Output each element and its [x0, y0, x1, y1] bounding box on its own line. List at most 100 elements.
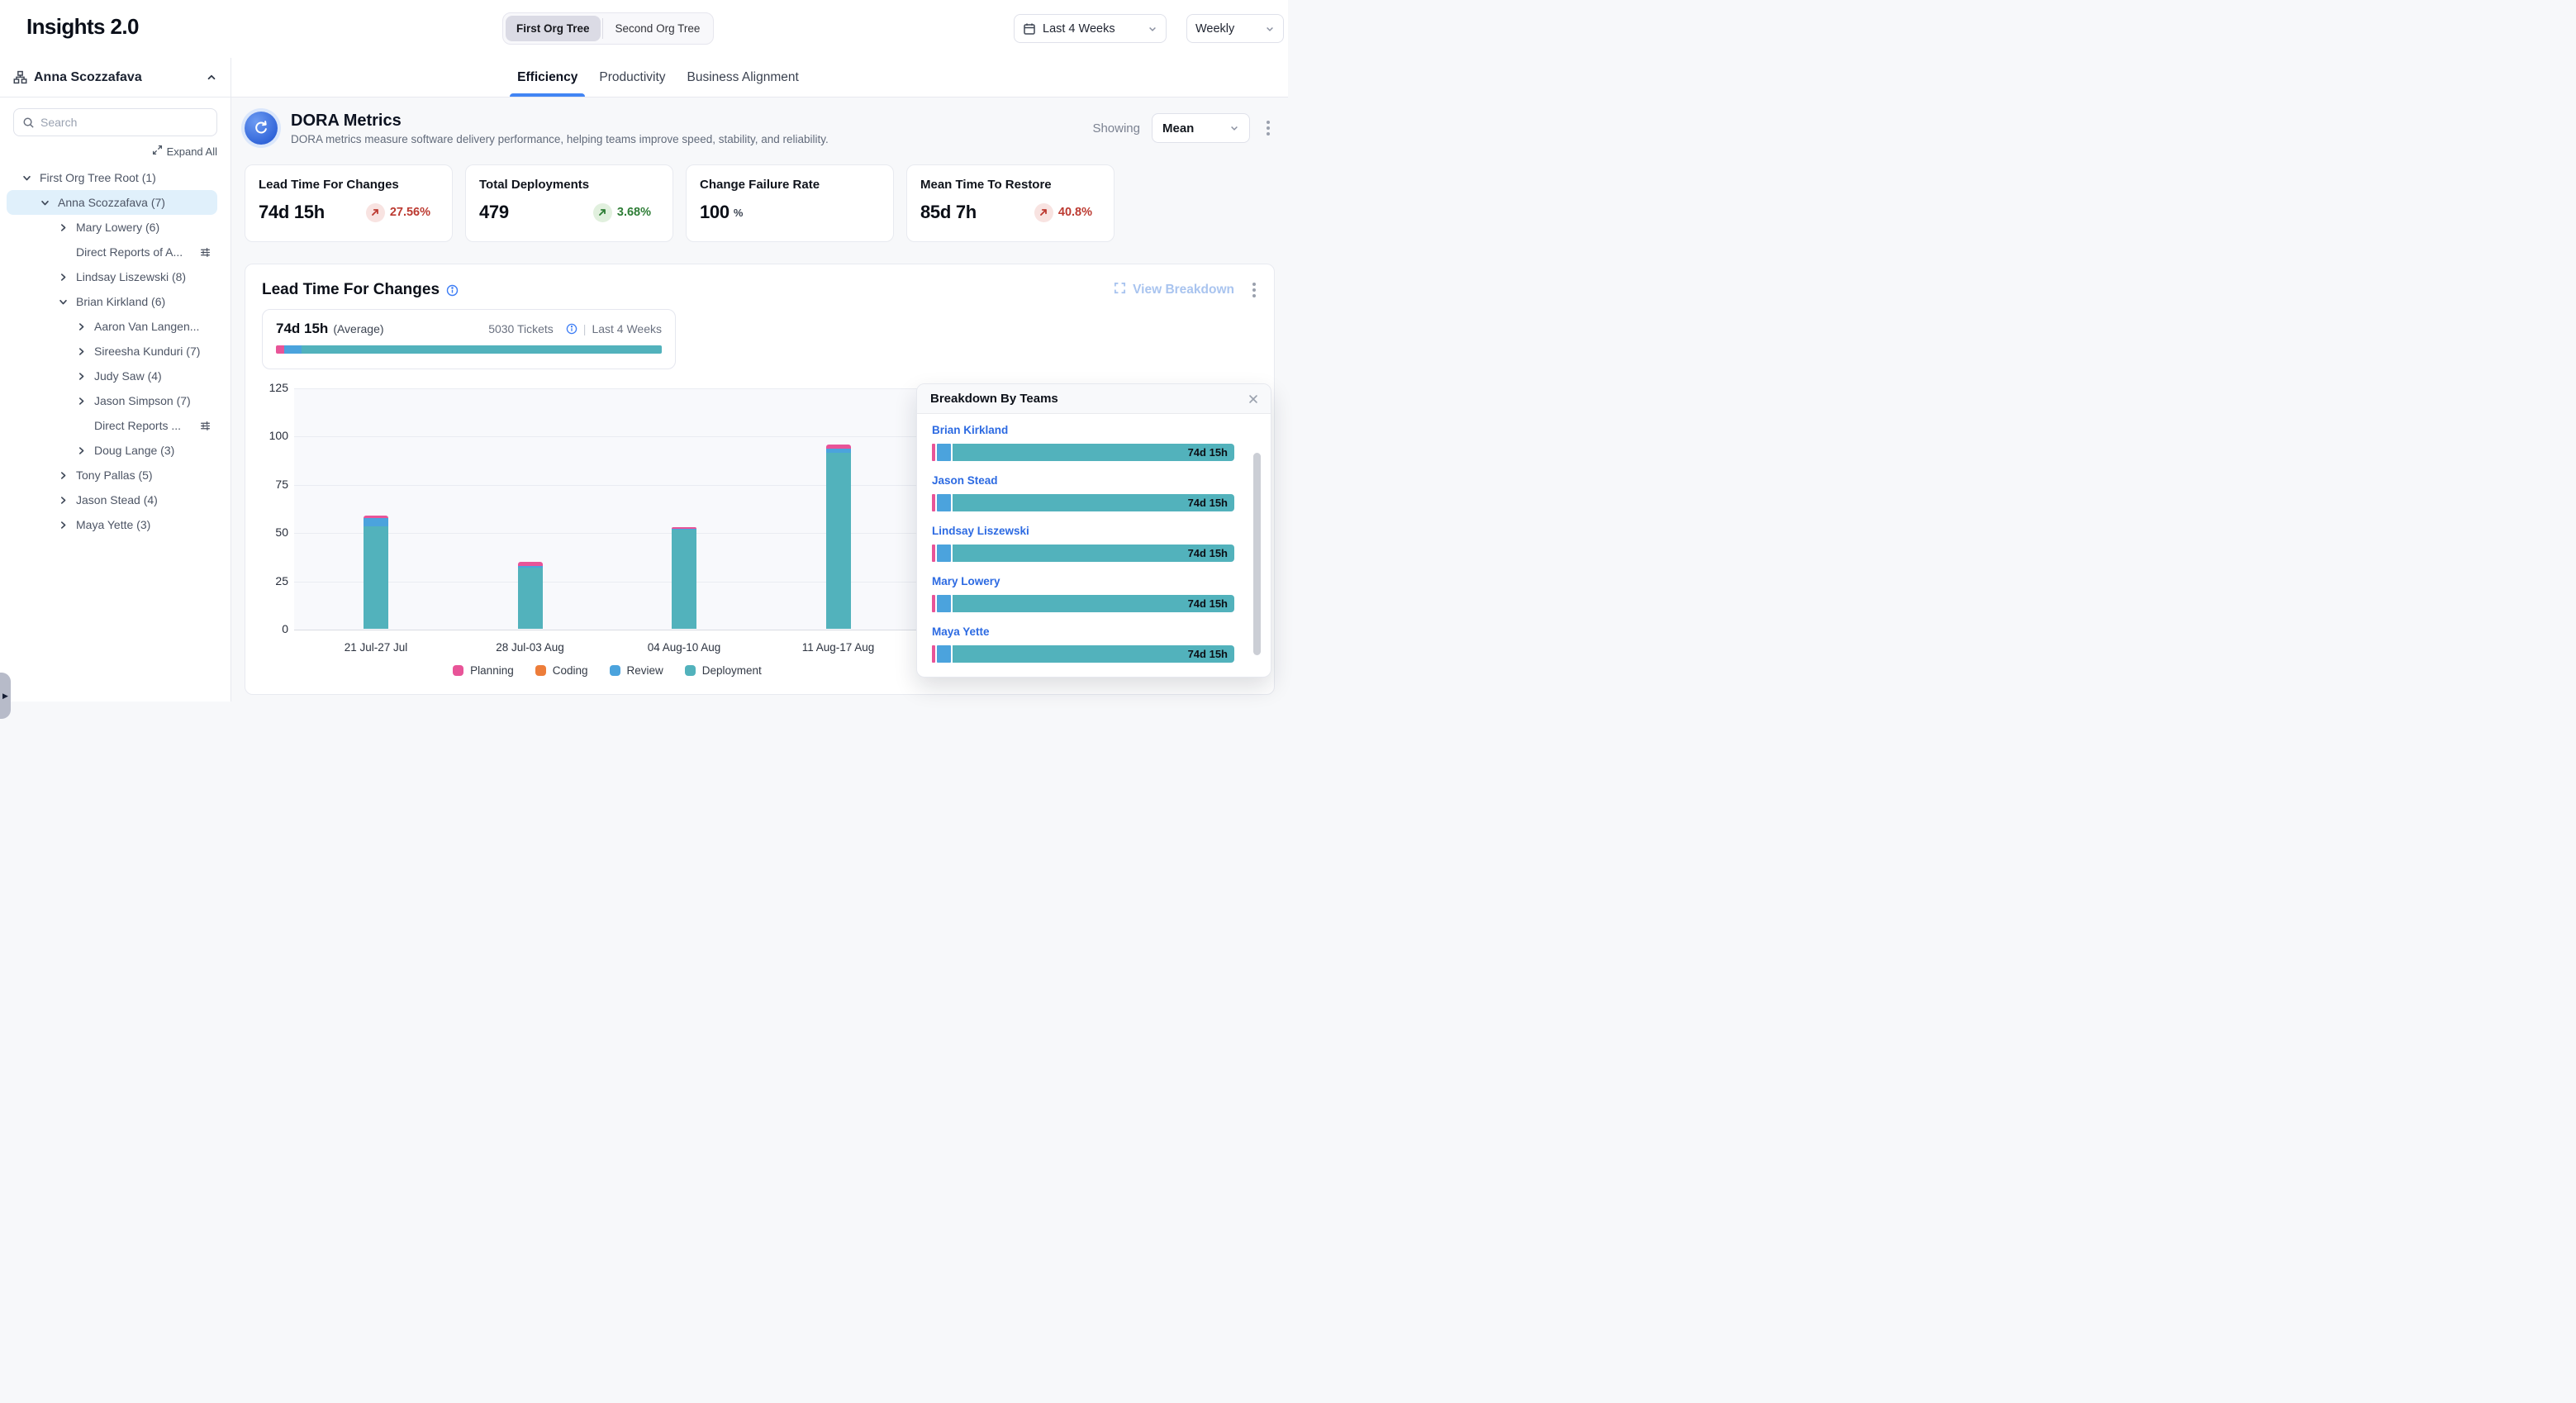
metric-label: Change Failure Rate — [700, 178, 880, 192]
team-name-link[interactable]: Brian Kirkland — [932, 424, 1234, 436]
chevron-right-icon[interactable] — [74, 444, 88, 457]
stacked-bar[interactable] — [518, 562, 543, 629]
legend-label: Review — [627, 664, 663, 677]
tree-item[interactable]: Maya Yette (3) — [7, 512, 217, 537]
tree-item[interactable]: First Org Tree Root (1) — [7, 165, 217, 190]
date-range-select[interactable]: Last 4 Weeks — [1014, 14, 1167, 43]
sidebar-edge-handle[interactable]: ▶ — [0, 673, 11, 719]
team-name-link[interactable]: Mary Lowery — [932, 575, 1234, 587]
team-name-link[interactable]: Jason Stead — [932, 474, 1234, 487]
chevron-right-icon[interactable] — [56, 493, 69, 507]
main-area: Efficiency Productivity Business Alignment… — [231, 58, 1288, 702]
stacked-bar[interactable] — [672, 527, 696, 629]
stacked-bar[interactable] — [364, 516, 388, 629]
legend-item[interactable]: Deployment — [685, 664, 762, 677]
dora-cycle-icon — [245, 112, 278, 145]
dora-menu-button[interactable] — [1262, 117, 1275, 139]
divider — [602, 18, 603, 39]
chevron-down-icon[interactable] — [20, 171, 33, 184]
showing-select[interactable]: Mean — [1152, 113, 1250, 143]
chevron-right-icon[interactable] — [56, 270, 69, 283]
tree-item[interactable]: Direct Reports of A... — [7, 240, 217, 264]
tree-item[interactable]: Tony Pallas (5) — [7, 463, 217, 487]
tree-item-label: Doug Lange (3) — [94, 444, 174, 457]
tree-item[interactable]: Mary Lowery (6) — [7, 215, 217, 240]
tree-item[interactable]: Direct Reports ... — [7, 413, 217, 438]
filter-sliders-icon[interactable] — [200, 421, 211, 431]
tree-item[interactable]: Judy Saw (4) — [7, 364, 217, 388]
chevron-right-icon[interactable] — [74, 369, 88, 383]
info-icon[interactable] — [566, 323, 577, 335]
tree-item[interactable]: Anna Scozzafava (7) — [7, 190, 217, 215]
x-axis-tick-label: 28 Jul-03 Aug — [454, 641, 607, 654]
tree-item-label: Direct Reports ... — [94, 419, 181, 432]
summary-segment-planning — [276, 345, 284, 354]
metric-value: 100 — [700, 202, 730, 223]
chevron-right-icon[interactable] — [74, 394, 88, 407]
org-tree-toggle-option[interactable]: Second Org Tree — [605, 16, 711, 41]
tab-efficiency[interactable]: Efficiency — [517, 58, 577, 97]
bar-segment-deployment: 74d 15h — [953, 595, 1234, 612]
metric-label: Total Deployments — [479, 178, 659, 192]
team-name-link[interactable]: Lindsay Liszewski — [932, 525, 1234, 537]
info-icon[interactable] — [446, 284, 459, 297]
tab-productivity[interactable]: Productivity — [599, 58, 665, 97]
filter-sliders-icon[interactable] — [200, 247, 211, 258]
bar-segment-review — [364, 518, 388, 527]
breakdown-scrollbar-thumb[interactable] — [1253, 453, 1261, 655]
metric-label: Mean Time To Restore — [920, 178, 1100, 192]
tree-item[interactable]: Sireesha Kunduri (7) — [7, 339, 217, 364]
x-axis-tick-label: 21 Jul-27 Jul — [299, 641, 453, 654]
breakdown-list: Brian Kirkland 74d 15h Jason Stead 74d 15h L… — [917, 414, 1271, 677]
view-breakdown-button[interactable]: View Breakdown — [1114, 282, 1234, 298]
sidebar-collapse-button[interactable] — [206, 72, 217, 83]
bar-segment-review — [937, 444, 951, 461]
chevron-right-icon[interactable] — [74, 345, 88, 358]
team-stacked-bar: 74d 15h — [932, 444, 1234, 461]
tree-item[interactable]: Doug Lange (3) — [7, 438, 217, 463]
legend-item[interactable]: Review — [610, 664, 663, 677]
metric-card: Lead Time For Changes74d 15h27.56% — [245, 164, 453, 242]
breakdown-title: Breakdown By Teams — [930, 392, 1058, 406]
sidebar-user-name: Anna Scozzafava — [34, 70, 142, 85]
sidebar-search[interactable] — [13, 108, 217, 136]
tree-item[interactable]: Jason Stead (4) — [7, 487, 217, 512]
chevron-down-icon[interactable] — [56, 295, 69, 308]
legend-item[interactable]: Coding — [535, 664, 588, 677]
summary-segment-review — [284, 345, 302, 354]
tree-item[interactable]: Jason Simpson (7) — [7, 388, 217, 413]
y-axis-tick-label: 0 — [245, 622, 288, 635]
tree-item-label: Mary Lowery (6) — [76, 221, 159, 234]
tree-item-label: Lindsay Liszewski (8) — [76, 270, 186, 283]
insights-app: Insights 2.0 First Org TreeSecond Org Tr… — [0, 0, 1288, 702]
search-input[interactable] — [40, 116, 208, 129]
chevron-right-icon[interactable] — [56, 518, 69, 531]
chevron-right-icon[interactable] — [56, 221, 69, 234]
dora-title: DORA Metrics — [291, 112, 829, 131]
tree-item[interactable]: Lindsay Liszewski (8) — [7, 264, 217, 289]
y-axis-tick-label: 125 — [245, 381, 288, 394]
org-tree: First Org Tree Root (1)Anna Scozzafava (… — [0, 165, 231, 537]
close-icon[interactable] — [1248, 393, 1259, 405]
breakdown-team-row: Maya Yette74d 15h — [932, 625, 1234, 663]
chevron-right-icon[interactable] — [56, 468, 69, 482]
trend-up-icon — [1034, 203, 1053, 222]
team-name-link[interactable]: Maya Yette — [932, 625, 1234, 638]
org-tree-toggle[interactable]: First Org TreeSecond Org Tree — [502, 12, 714, 45]
tree-item[interactable]: Aaron Van Langen... — [7, 314, 217, 339]
tab-business-alignment[interactable]: Business Alignment — [687, 58, 799, 97]
expand-all-button[interactable]: Expand All — [152, 145, 217, 158]
team-value: 74d 15h — [1188, 597, 1234, 610]
chevron-spacer — [56, 245, 69, 259]
stacked-bar[interactable] — [826, 445, 851, 629]
tree-item[interactable]: Brian Kirkland (6) — [7, 289, 217, 314]
date-range-value: Last 4 Weeks — [1043, 22, 1141, 36]
chevron-down-icon[interactable] — [38, 196, 51, 209]
lead-time-menu-button[interactable] — [1248, 279, 1261, 301]
legend-item[interactable]: Planning — [453, 664, 514, 677]
org-tree-toggle-option[interactable]: First Org Tree — [506, 16, 601, 41]
granularity-select[interactable]: Weekly — [1186, 14, 1284, 43]
chevron-right-icon[interactable] — [74, 320, 88, 333]
breakdown-team-row: Brian Kirkland 74d 15h — [932, 424, 1234, 461]
chevron-down-icon — [1265, 24, 1275, 34]
